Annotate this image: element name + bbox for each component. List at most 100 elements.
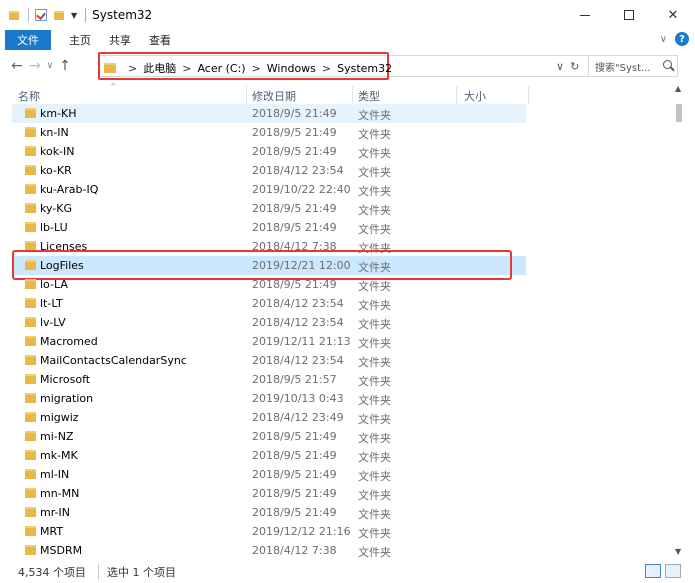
tab-share[interactable]: 共享: [109, 32, 131, 48]
file-row[interactable]: MailContactsCalendarSync 2018/4/12 23:54 文…: [12, 351, 526, 370]
file-name: lv-LV: [40, 316, 66, 329]
column-size-header[interactable]: 大小: [464, 88, 486, 104]
column-divider[interactable]: [456, 86, 457, 104]
scrollbar-thumb[interactable]: [676, 104, 682, 122]
folder-icon[interactable]: [8, 9, 20, 21]
file-name: lb-LU: [40, 221, 68, 234]
folder-icon: [25, 222, 36, 232]
file-row[interactable]: ko-KR 2018/4/12 23:54 文件夹: [12, 161, 526, 180]
file-row[interactable]: kok-IN 2018/9/5 21:49 文件夹: [12, 142, 526, 161]
breadcrumb-separator-icon[interactable]: >: [182, 62, 191, 75]
file-row[interactable]: kn-IN 2018/9/5 21:49 文件夹: [12, 123, 526, 142]
modified-date: 2018/9/5 21:49: [252, 126, 337, 139]
file-row[interactable]: mk-MK 2018/9/5 21:49 文件夹: [12, 446, 526, 465]
file-name: mn-MN: [40, 487, 80, 500]
tab-home[interactable]: 主页: [69, 32, 91, 48]
scroll-up-arrow-icon[interactable]: ▲: [675, 84, 681, 93]
back-arrow-icon[interactable]: ←: [8, 58, 26, 74]
file-row[interactable]: lb-LU 2018/9/5 21:49 文件夹: [12, 218, 526, 237]
properties-check-icon[interactable]: [35, 9, 47, 21]
file-row[interactable]: ml-IN 2018/9/5 21:49 文件夹: [12, 465, 526, 484]
column-type-header[interactable]: 类型: [358, 88, 380, 104]
refresh-icon[interactable]: ↻: [570, 60, 579, 73]
folder-icon: [25, 374, 36, 384]
file-row[interactable]: ky-KG 2018/9/5 21:49 文件夹: [12, 199, 526, 218]
folder-icon: [25, 336, 36, 346]
column-date-header[interactable]: 修改日期: [252, 88, 296, 104]
item-count: 4,534 个项目: [18, 565, 86, 579]
help-icon[interactable]: ?: [675, 32, 689, 46]
modified-date: 2018/4/12 23:49: [252, 411, 344, 424]
forward-arrow-icon[interactable]: →: [26, 58, 44, 74]
file-type: 文件夹: [358, 147, 391, 160]
file-row[interactable]: MSDRM 2018/4/12 7:38 文件夹: [12, 541, 526, 560]
file-name: MailContactsCalendarSync: [40, 354, 187, 367]
file-type: 文件夹: [358, 470, 391, 483]
search-placeholder: 搜索"Syst...: [595, 62, 651, 74]
file-row[interactable]: Microsoft 2018/9/5 21:57 文件夹: [12, 370, 526, 389]
maximize-button[interactable]: [607, 0, 651, 30]
modified-date: 2018/9/5 21:49: [252, 202, 337, 215]
folder-icon: [25, 298, 36, 308]
scroll-down-arrow-icon[interactable]: ▼: [675, 547, 681, 556]
sort-ascending-icon: ^: [110, 82, 117, 91]
tab-file[interactable]: 文件: [5, 30, 51, 50]
selected-count: 选中 1 个项目: [98, 563, 176, 580]
file-row[interactable]: km-KH 2018/9/5 21:49 文件夹: [12, 104, 526, 123]
breadcrumb-separator-icon[interactable]: >: [322, 62, 331, 75]
maximize-icon: [624, 10, 634, 20]
file-row[interactable]: migration 2019/10/13 0:43 文件夹: [12, 389, 526, 408]
search-icon[interactable]: [663, 60, 672, 69]
file-name: km-KH: [40, 107, 77, 120]
file-name: Microsoft: [40, 373, 91, 386]
column-divider[interactable]: [246, 86, 247, 104]
recent-locations-chevron-icon[interactable]: ∨: [44, 61, 56, 71]
file-row[interactable]: migwiz 2018/4/12 23:49 文件夹: [12, 408, 526, 427]
column-divider[interactable]: [352, 86, 353, 104]
search-input[interactable]: 搜索"Syst...: [588, 55, 678, 77]
folder-icon: [25, 469, 36, 479]
breadcrumb-separator-icon[interactable]: >: [252, 62, 261, 75]
column-divider[interactable]: [528, 86, 529, 104]
vertical-scrollbar[interactable]: ▲ ▼: [672, 80, 686, 560]
folder-icon: [25, 127, 36, 137]
breadcrumb-system32[interactable]: System32: [337, 62, 392, 75]
up-arrow-icon[interactable]: ↑: [56, 58, 74, 74]
file-row[interactable]: mr-IN 2018/9/5 21:49 文件夹: [12, 503, 526, 522]
large-icons-view-icon[interactable]: [665, 564, 681, 578]
breadcrumb-separator-icon[interactable]: >: [128, 62, 137, 75]
close-button[interactable]: ✕: [651, 0, 695, 30]
file-name: mr-IN: [40, 506, 70, 519]
expand-ribbon-chevron-icon[interactable]: ∨: [660, 34, 667, 45]
file-row[interactable]: lv-LV 2018/4/12 23:54 文件夹: [12, 313, 526, 332]
details-view-icon[interactable]: [645, 564, 661, 578]
file-row[interactable]: lo-LA 2018/9/5 21:49 文件夹: [12, 275, 526, 294]
file-row[interactable]: ku-Arab-IQ 2019/10/22 22:40 文件夹: [12, 180, 526, 199]
file-row[interactable]: Macromed 2019/12/11 21:13 文件夹: [12, 332, 526, 351]
file-row[interactable]: lt-LT 2018/4/12 23:54 文件夹: [12, 294, 526, 313]
file-name: Macromed: [40, 335, 98, 348]
folder-icon: [25, 393, 36, 403]
file-name: migwiz: [40, 411, 79, 424]
folder-icon: [25, 545, 36, 555]
file-type: 文件夹: [358, 451, 391, 464]
modified-date: 2019/12/11 21:13: [252, 335, 351, 348]
minimize-button[interactable]: [563, 0, 607, 30]
modified-date: 2018/4/12 7:38: [252, 544, 337, 557]
customize-toolbar-dropdown-icon[interactable]: ▼: [71, 11, 77, 20]
file-type: 文件夹: [358, 375, 391, 388]
file-row[interactable]: MRT 2019/12/12 21:16 文件夹: [12, 522, 526, 541]
modified-date: 2019/10/13 0:43: [252, 392, 344, 405]
breadcrumb-this-pc[interactable]: 此电脑: [143, 60, 176, 76]
file-row[interactable]: mi-NZ 2018/9/5 21:49 文件夹: [12, 427, 526, 446]
breadcrumb-drive-c[interactable]: Acer (C:): [197, 62, 245, 75]
file-name: kok-IN: [40, 145, 75, 158]
tab-view[interactable]: 查看: [149, 32, 171, 48]
address-dropdown-icon[interactable]: ∨: [556, 60, 564, 73]
column-name-header[interactable]: 名称: [18, 88, 40, 104]
file-row[interactable]: mn-MN 2018/9/5 21:49 文件夹: [12, 484, 526, 503]
breadcrumb-windows[interactable]: Windows: [267, 62, 316, 75]
modified-date: 2019/10/22 22:40: [252, 183, 351, 196]
folder-icon: [25, 526, 36, 536]
new-folder-icon[interactable]: [53, 9, 65, 21]
